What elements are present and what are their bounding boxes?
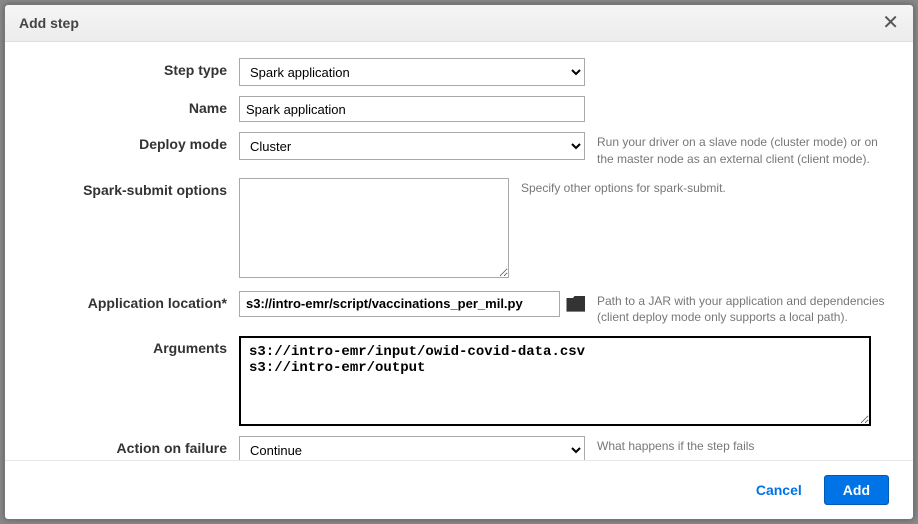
label-app-location: Application location* — [29, 291, 239, 311]
label-arguments: Arguments — [29, 336, 239, 356]
step-type-select[interactable]: Spark application — [239, 58, 585, 86]
spark-submit-textarea[interactable] — [239, 178, 509, 278]
cancel-button[interactable]: Cancel — [756, 482, 802, 498]
help-deploy-mode: Run your driver on a slave node (cluster… — [597, 132, 889, 168]
browse-folder-icon[interactable] — [566, 296, 585, 312]
add-step-dialog: Add step ✕ Step type Spark application N… — [4, 4, 914, 520]
label-spark-submit: Spark-submit options — [29, 178, 239, 198]
help-action-failure: What happens if the step fails — [597, 436, 754, 455]
label-deploy-mode: Deploy mode — [29, 132, 239, 152]
name-input[interactable] — [239, 96, 585, 122]
add-button[interactable]: Add — [824, 475, 889, 505]
label-action-failure: Action on failure — [29, 436, 239, 456]
deploy-mode-select[interactable]: Cluster — [239, 132, 585, 160]
dialog-footer: Cancel Add — [5, 460, 913, 519]
dialog-body: Step type Spark application Name Deploy … — [5, 42, 913, 460]
close-icon[interactable]: ✕ — [882, 13, 899, 33]
application-location-input[interactable] — [239, 291, 560, 317]
arguments-textarea[interactable]: s3://intro-emr/input/owid-covid-data.csv… — [239, 336, 871, 426]
help-app-location: Path to a JAR with your application and … — [597, 291, 889, 327]
dialog-header: Add step ✕ — [5, 5, 913, 42]
help-spark-submit: Specify other options for spark-submit. — [521, 178, 726, 197]
label-step-type: Step type — [29, 58, 239, 78]
label-name: Name — [29, 96, 239, 116]
dialog-title: Add step — [19, 15, 79, 31]
action-on-failure-select[interactable]: Continue — [239, 436, 585, 460]
